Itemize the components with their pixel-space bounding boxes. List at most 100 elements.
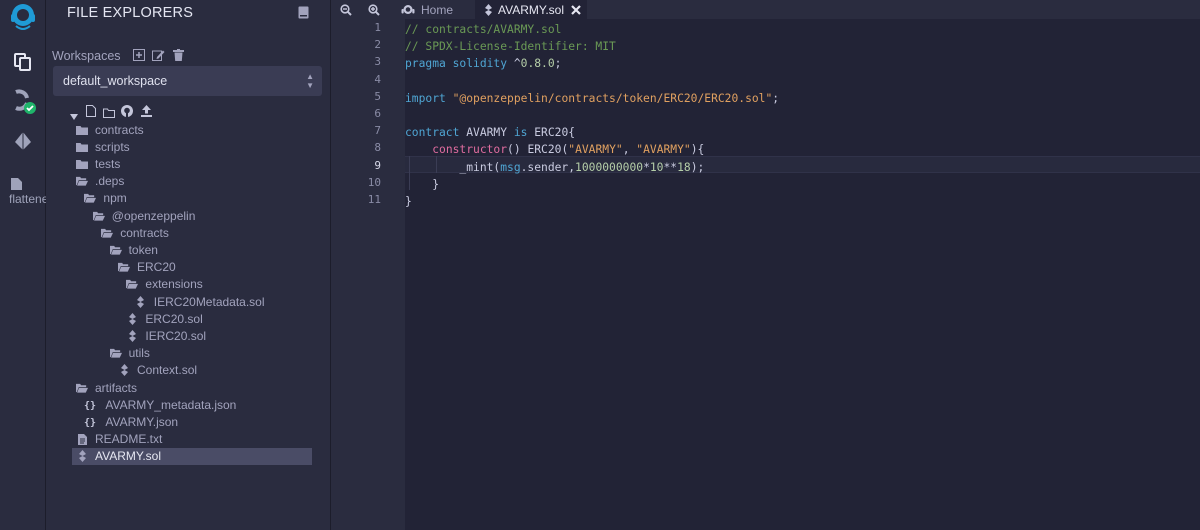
code-token: "AVARMY"	[636, 143, 691, 157]
tree-folder[interactable]: ERC20	[118, 259, 176, 276]
tree-folder[interactable]: token	[109, 241, 158, 258]
rename-workspace-icon[interactable]	[152, 48, 165, 66]
code-token: ERC20{	[527, 126, 576, 140]
code-line: // contracts/AVARMY.sol	[405, 21, 561, 38]
tree-item-label: @openzeppelin	[111, 208, 196, 223]
select-caret-icon: ▲ ▼	[306, 72, 314, 90]
close-tab-icon[interactable]	[571, 4, 581, 15]
line-number: 3	[374, 55, 381, 69]
folder-open-icon	[101, 227, 114, 239]
deploy-run-icon[interactable]	[0, 130, 45, 152]
tree-folder[interactable]: .deps	[76, 173, 124, 190]
tree-item-label: Context.sol	[137, 363, 198, 378]
zoom-in-icon[interactable]	[359, 0, 389, 19]
tab-bar: Home AVARMY.sol	[331, 0, 1200, 19]
tree-item-label: .deps	[95, 174, 125, 189]
tree-folder[interactable]: tests	[76, 155, 120, 172]
tree-file[interactable]: AVARMY.sol	[72, 447, 312, 465]
new-file-icon[interactable]	[86, 104, 96, 122]
code-token: 1000000000	[575, 160, 644, 174]
tree-folder[interactable]: scripts	[76, 138, 130, 155]
tree-item-label: npm	[103, 191, 127, 206]
tab-avarmy-sol[interactable]: AVARMY.sol	[475, 0, 587, 19]
tree-item-label: extensions	[145, 277, 203, 292]
folder-open-icon	[109, 347, 122, 359]
tree-file[interactable]: README.txt	[76, 431, 162, 448]
tree-item-label: IERC20Metadata.sol	[153, 294, 265, 309]
flattener-plugin-label[interactable]: flattene	[9, 192, 48, 206]
tree-file[interactable]: ERC20.sol	[126, 310, 203, 327]
folder-icon	[76, 124, 88, 136]
code-token: "AVARMY"	[568, 143, 623, 157]
docs-icon[interactable]	[298, 6, 309, 24]
solidity-file-icon	[485, 3, 492, 16]
folder-icon	[76, 141, 88, 153]
code-token: ^	[507, 57, 521, 71]
tree-folder[interactable]: @openzeppelin	[92, 207, 196, 224]
line-number: 11	[367, 193, 381, 206]
create-workspace-icon[interactable]	[133, 48, 145, 66]
tree-folder[interactable]: artifacts	[76, 379, 137, 396]
tree-folder[interactable]: contracts	[101, 224, 169, 241]
file-explorer-icon[interactable]	[0, 51, 45, 73]
code-token: is	[513, 126, 528, 140]
code-token: 10	[649, 160, 664, 174]
svg-text:{}: {}	[84, 418, 96, 428]
solidity-file-icon	[126, 329, 138, 342]
tab-home[interactable]: Home	[393, 0, 473, 19]
code-line: pragma solidity ^0.8.0;	[405, 55, 561, 72]
code-token: // SPDX-License-Identifier: MIT	[405, 40, 616, 54]
code-token: _mint(	[405, 160, 501, 174]
line-number: 10	[367, 175, 381, 189]
panel-title: FILE EXPLORERS	[67, 5, 194, 21]
workspace-select-value: default_workspace	[63, 74, 168, 88]
upload-icon[interactable]	[141, 104, 152, 122]
tree-item-label: scripts	[95, 139, 130, 154]
file-explorer-panel: FILE EXPLORERS Workspaces default_worksp…	[46, 0, 331, 530]
code-token: // contracts/AVARMY.sol	[405, 23, 562, 36]
tree-item-label: AVARMY_metadata.json	[105, 397, 237, 412]
tree-file[interactable]: {} AVARMY_metadata.json	[84, 396, 236, 413]
tree-folder[interactable]: contracts	[76, 121, 144, 138]
line-number: 4	[374, 72, 381, 86]
solidity-file-icon	[135, 295, 147, 308]
code-token: ;	[554, 57, 562, 71]
tree-folder[interactable]: npm	[84, 190, 127, 207]
tree-file[interactable]: IERC20Metadata.sol	[135, 293, 265, 310]
code-token: pragma	[405, 57, 446, 71]
github-icon[interactable]	[121, 104, 133, 122]
code-token: contract	[405, 126, 460, 140]
code-token: import	[405, 91, 446, 105]
workspaces-label: Workspaces	[52, 49, 121, 63]
code-token: );	[690, 160, 705, 174]
solidity-file-icon	[118, 364, 130, 377]
tree-item-label: ERC20.sol	[145, 311, 203, 326]
line-number: 6	[374, 107, 381, 120]
folder-open-icon	[76, 175, 88, 187]
solidity-compiler-icon[interactable]	[0, 89, 45, 115]
workspace-select[interactable]: default_workspace ▲ ▼	[53, 66, 322, 96]
code-line: constructor() ERC20("AVARMY", "AVARMY"){	[405, 141, 704, 158]
code-token: }	[405, 195, 412, 208]
code-token: "@openzeppelin/contracts/token/ERC20/ERC…	[452, 91, 773, 105]
code-token: .sender,	[520, 160, 576, 174]
tree-file[interactable]: IERC20.sol	[126, 327, 206, 344]
tree-folder[interactable]: extensions	[126, 276, 203, 293]
tree-item-label: artifacts	[95, 380, 138, 395]
tree-file[interactable]: Context.sol	[118, 362, 197, 379]
tree-folder[interactable]: utils	[109, 345, 150, 362]
code-token: *	[643, 160, 650, 174]
line-number-gutter: 1 2 3 4 5 6 7 8 9 10 11	[331, 19, 405, 530]
zoom-out-icon[interactable]	[331, 0, 361, 19]
line-number: 9	[374, 158, 381, 172]
line-number: 7	[374, 124, 381, 138]
solidity-file-icon	[126, 312, 138, 325]
remix-logo-icon[interactable]	[0, 0, 45, 34]
tree-item-label: AVARMY.json	[105, 414, 179, 429]
delete-workspace-icon[interactable]	[173, 48, 184, 66]
flattener-plugin-icon[interactable]	[0, 176, 45, 192]
tree-file[interactable]: {} AVARMY.json	[84, 413, 178, 430]
folder-open-icon	[76, 382, 88, 394]
